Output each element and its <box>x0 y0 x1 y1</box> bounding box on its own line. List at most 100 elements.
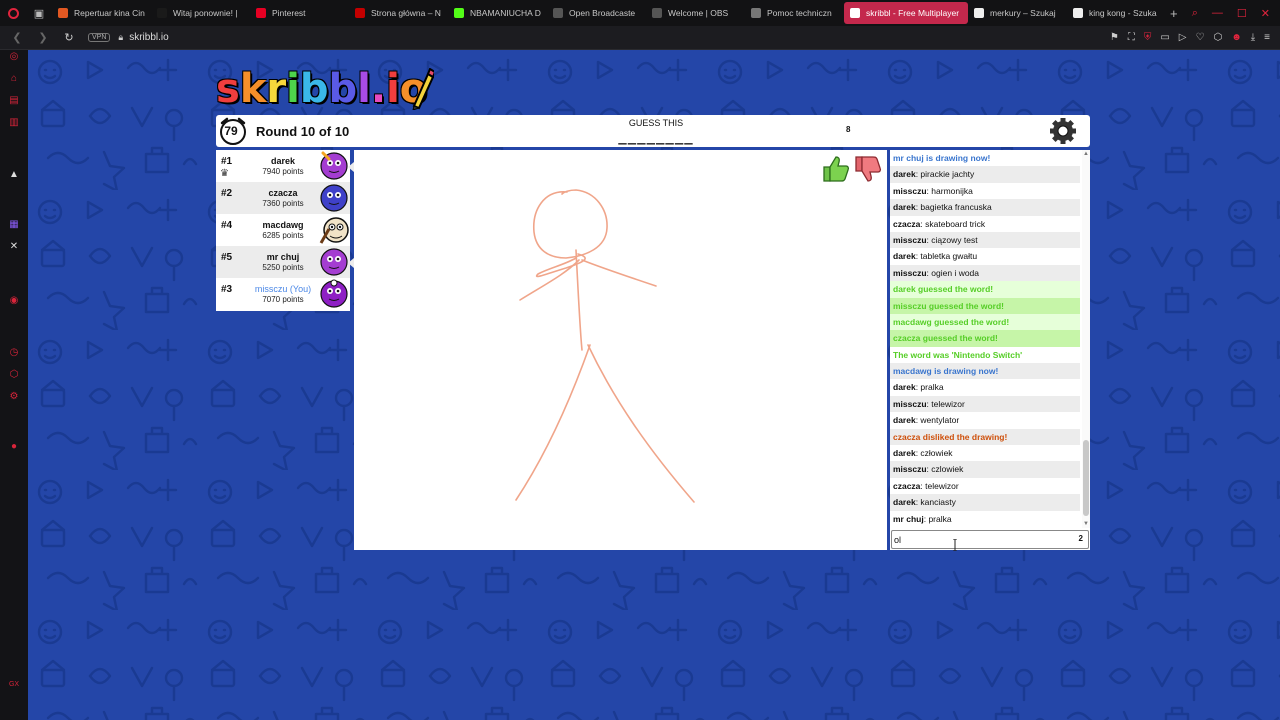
forward-icon[interactable]: ❯ <box>34 31 52 44</box>
chat-message: darek: pirackie jachty <box>890 166 1080 183</box>
crown-icon: ♛ <box>220 168 229 179</box>
ai-icon[interactable]: ▥ <box>6 116 22 130</box>
chat-message: darek: pralka <box>890 379 1080 395</box>
player-points: 7360 points <box>262 199 304 208</box>
opera-gx-logo-icon[interactable] <box>0 0 26 26</box>
play-icon[interactable]: ▷ <box>1179 32 1187 43</box>
wallet-icon[interactable]: ▭ <box>1160 32 1169 43</box>
chat-author: darek <box>893 382 916 393</box>
minimize-icon[interactable]: — <box>1212 7 1223 19</box>
player-name: mr chuj <box>266 252 300 262</box>
chat-message: missczu: ciązowy test <box>890 231 1080 249</box>
scroll-down-icon[interactable]: ▼ <box>1082 520 1090 528</box>
extensions-sidebar-icon[interactable]: ⬡ <box>6 368 22 382</box>
search-icon[interactable]: ⌕ <box>1192 7 1198 20</box>
player-row[interactable]: #5 mr chuj 5250 points <box>216 246 350 278</box>
chat-input-box[interactable]: 2 <box>891 530 1089 549</box>
vpn-badge[interactable]: VPN <box>88 33 111 42</box>
tab-title: Repertuar kina Cin <box>74 8 145 18</box>
history-icon[interactable]: ◷ <box>6 346 22 360</box>
word-length: 8 <box>846 125 851 134</box>
chat-message: darek: tabletka gwałtu <box>890 248 1080 264</box>
x-icon[interactable]: ✕ <box>6 240 22 254</box>
tab[interactable]: merkury – Szukaj <box>968 2 1067 24</box>
tab[interactable]: Pinterest <box>250 2 349 24</box>
player-row[interactable]: #2 czacza 7360 points <box>216 182 350 214</box>
chat-message: darek: człowiek <box>890 445 1080 461</box>
url-field[interactable]: skribbl.io <box>129 32 168 43</box>
chat-messages[interactable]: mr chuj is drawing now! darek: pirackie j… <box>890 150 1080 528</box>
chat-author: darek <box>893 448 916 459</box>
settings-sidebar-icon[interactable]: ⚙ <box>6 390 22 404</box>
chat-text: pralka <box>920 382 944 393</box>
player-name: czacza <box>268 188 298 198</box>
player-row[interactable]: #4 macdawg 6285 points <box>216 214 350 246</box>
menu-icon[interactable]: ≡ <box>1264 32 1270 43</box>
settings-gear-icon[interactable] <box>1048 117 1078 145</box>
aria-icon[interactable]: ▲ <box>6 168 22 182</box>
thumbs-up-icon[interactable] <box>820 153 852 185</box>
close-icon[interactable]: ✕ <box>1261 7 1270 20</box>
tab-title: Welcome | OBS <box>668 8 729 18</box>
chat-author: czacza <box>893 218 921 229</box>
download-icon[interactable]: ⤓ <box>1251 32 1255 43</box>
gx-control-icon[interactable]: ◎ <box>6 50 22 64</box>
chat-message: czacza disliked the drawing! <box>890 428 1080 446</box>
tab[interactable]: Witaj ponownie! | <box>151 2 250 24</box>
tab-menu-icon[interactable]: ▣ <box>26 0 52 26</box>
reload-icon[interactable]: ↻ <box>60 31 78 44</box>
window-controls: ⌕ — ☐ ✕ <box>1192 7 1280 20</box>
back-icon[interactable]: ❮ <box>8 31 26 44</box>
chat-author: missczu <box>893 234 927 245</box>
twitch-icon[interactable]: ▦ <box>6 218 22 232</box>
bookmark-icon[interactable]: ⚑ <box>1110 32 1119 43</box>
chat-message: darek: wentylator <box>890 412 1080 428</box>
player-name: macdawg <box>262 220 304 230</box>
player-list: #1 ♛ darek 7940 points #2 czacza 7360 po… <box>216 150 350 311</box>
chat-input[interactable] <box>894 532 1064 547</box>
tab-list: Repertuar kina Cin Witaj ponownie! | Pinte… <box>52 0 1178 26</box>
tab[interactable]: Open Broadcaste <box>547 2 646 24</box>
player-icon[interactable]: ◉ <box>6 294 22 308</box>
tab[interactable]: Welcome | OBS <box>646 2 745 24</box>
tab-title: NBAMANIUCHA D <box>470 8 541 18</box>
shield-icon[interactable]: ⛨ <box>1144 32 1152 43</box>
scroll-up-icon[interactable]: ▲ <box>1082 150 1090 158</box>
tab[interactable]: Strona główna – N <box>349 2 448 24</box>
tab-title: king kong - Szuka <box>1089 8 1157 18</box>
thumbs-down-icon[interactable] <box>852 153 884 185</box>
drawing-canvas[interactable] <box>354 150 887 550</box>
chat-message: darek: kanciasty <box>890 494 1080 511</box>
snapshot-icon[interactable]: ⛶ <box>1128 32 1135 43</box>
player-avatar-icon <box>319 247 349 277</box>
twitch-panel-icon[interactable]: ▤ <box>6 94 22 108</box>
player-row[interactable]: #3 missczu (You) 7070 points <box>216 278 350 310</box>
maximize-icon[interactable]: ☐ <box>1237 7 1247 20</box>
lock-icon[interactable]: 🔒︎ <box>118 32 123 43</box>
chat-author: missczu <box>893 464 927 475</box>
discord-icon[interactable]: ● <box>6 440 22 454</box>
tab[interactable]: Repertuar kina Cin <box>52 2 151 24</box>
scroll-thumb[interactable] <box>1083 440 1089 516</box>
skribbl-logo: skribbl.io <box>216 66 428 112</box>
tab[interactable]: Pomoc techniczn <box>745 2 844 24</box>
extensions-icon[interactable]: ⬡ <box>1213 32 1222 43</box>
tab-favicon-icon <box>974 8 984 18</box>
profile-icon[interactable]: ☻ <box>1231 32 1242 43</box>
chat-text: wentylator <box>920 415 960 426</box>
player-points: 7070 points <box>262 295 304 304</box>
player-rank: #1 <box>221 156 233 167</box>
tab-title: Open Broadcaste <box>569 8 636 18</box>
tab-favicon-icon <box>850 8 860 18</box>
tab[interactable]: king kong - Szuka <box>1067 2 1166 24</box>
tab-active[interactable]: skribbl - Free Multiplayer <box>844 2 968 24</box>
chat-scrollbar[interactable]: ▲ ▼ <box>1082 150 1090 528</box>
tab[interactable]: NBAMANIUCHA D <box>448 2 547 24</box>
gx-corner-icon[interactable]: ⌂ <box>6 72 22 86</box>
new-tab-icon[interactable]: + <box>1170 6 1178 21</box>
heart-icon[interactable]: ♡ <box>1196 32 1205 43</box>
player-row[interactable]: #1 ♛ darek 7940 points <box>216 150 350 182</box>
timer-value: 79 <box>224 124 238 138</box>
game-header: 79 Round 10 of 10 GUESS THIS ________ 8 <box>216 115 1090 147</box>
chat-text: tabletka gwałtu <box>920 251 978 262</box>
